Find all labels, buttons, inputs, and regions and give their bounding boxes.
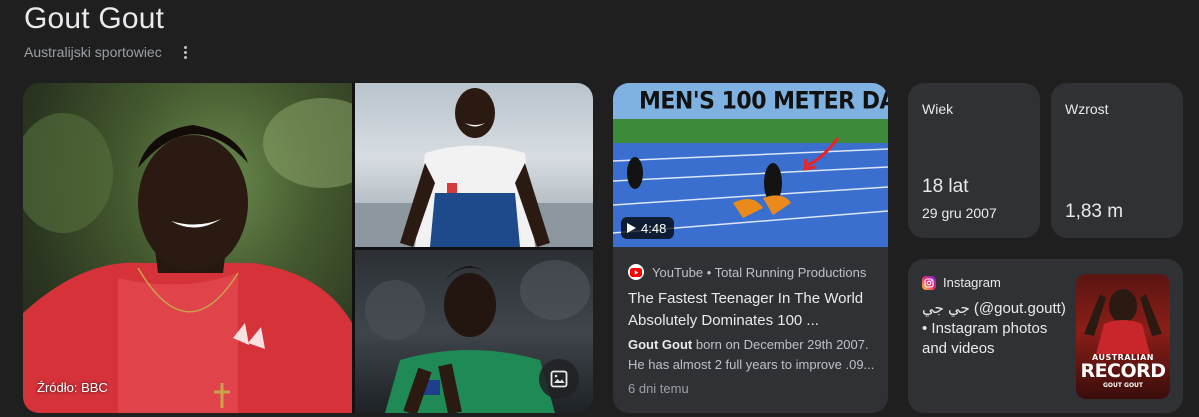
more-options-button[interactable] [176,42,194,62]
athlete-running-image [355,88,593,247]
fact-height-value: 1,83 m [1065,201,1124,222]
fact-card-height[interactable]: Wzrost 1,83 m [1051,83,1183,238]
thumbnail-headline: MEN'S 100 METER DASH [639,87,888,116]
gallery-image-main[interactable]: Źródło: BBC [23,83,352,413]
instagram-icon [922,275,936,290]
video-date: 6 dni temu [628,381,689,396]
gallery-image-top-right[interactable] [355,83,593,247]
thumbnail-text-record: RECORD [1080,360,1166,382]
gallery-image-bottom-right[interactable] [355,250,593,413]
video-thumbnail[interactable]: MEN'S 100 METER DASH 4:48 [613,83,888,247]
page-subtitle: Australijski sportowiec [24,44,162,60]
video-source-label: YouTube • Total Running Productions [652,264,867,280]
youtube-icon [628,264,644,280]
video-result-card[interactable]: MEN'S 100 METER DASH 4:48 YouTube • Tota… [613,83,888,413]
athlete-portrait-image [23,98,352,413]
instagram-source: Instagram [922,275,1001,290]
more-vert-icon [183,45,187,49]
instagram-result-card[interactable]: Instagram جي جي (@gout.goutt) • Instagra… [908,259,1183,413]
fact-age-value: 18 lat [922,176,969,197]
instagram-source-label: Instagram [943,275,1001,290]
video-snippet: Gout Gout born on December 29th 2007. He… [628,335,878,375]
video-source: YouTube • Total Running Productions [628,264,866,280]
thumbnail-text-name: GOUT GOUT [1102,382,1144,389]
play-icon [627,223,636,233]
video-duration: 4:48 [641,220,667,236]
fact-card-age[interactable]: Wiek 18 lat 29 gru 2007 [908,83,1040,238]
fact-age-label: Wiek [922,101,954,117]
instagram-thumbnail[interactable]: AUSTRALIAN RECORD GOUT GOUT [1076,274,1170,399]
fact-height-label: Wzrost [1065,101,1109,117]
image-source-label: Źródło: BBC [37,380,108,395]
video-title-link[interactable]: The Fastest Teenager In The World Absolu… [628,288,878,332]
image-icon [550,370,568,388]
video-snippet-highlight: Gout Gout [628,337,693,352]
fact-age-birthdate: 29 gru 2007 [922,205,997,221]
view-images-button[interactable] [539,359,579,399]
instagram-title-link[interactable]: جي جي (@gout.goutt) • Instagram photos a… [922,299,1067,359]
image-gallery: Źródło: BBC [23,83,593,413]
page-title: Gout Gout [24,2,165,35]
video-duration-badge: 4:48 [621,217,675,239]
